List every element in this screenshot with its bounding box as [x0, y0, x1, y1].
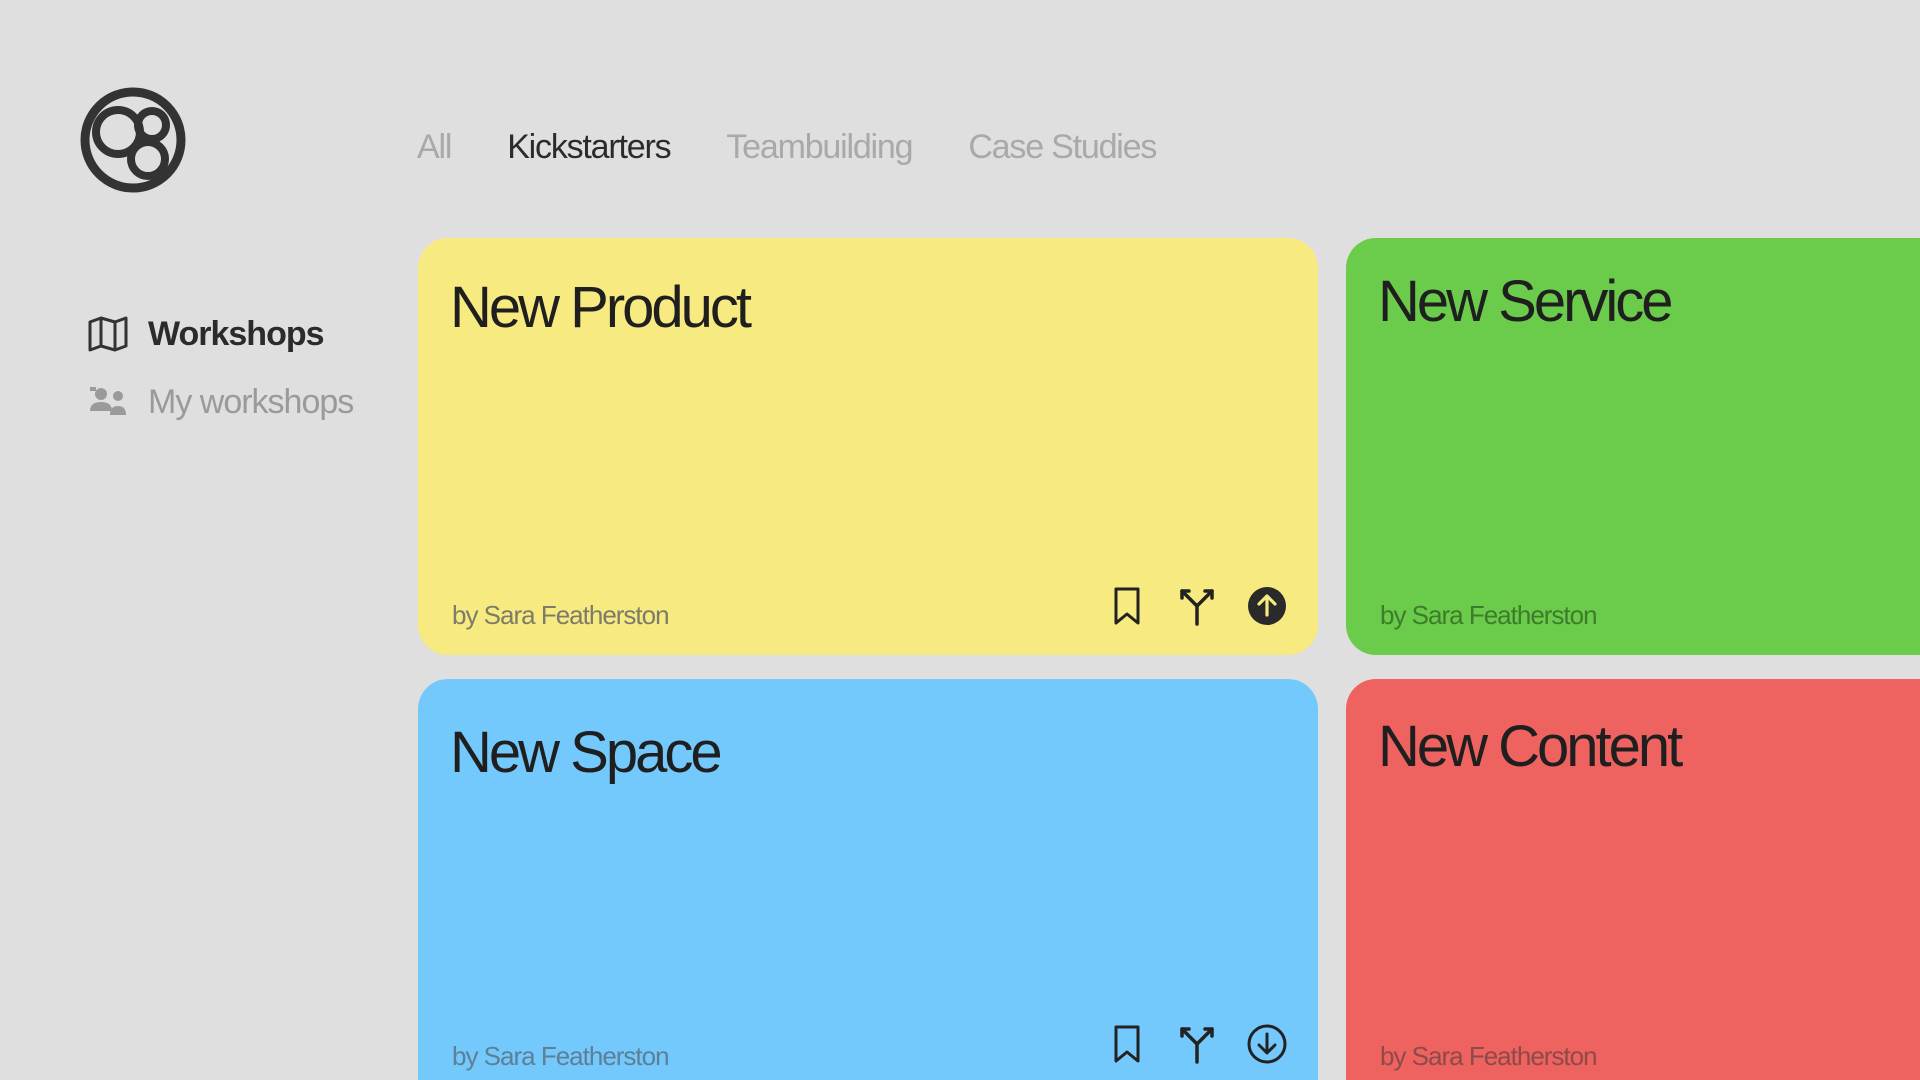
fork-icon[interactable] — [1176, 1023, 1218, 1065]
tab-case-studies[interactable]: Case Studies — [968, 125, 1157, 169]
map-icon — [88, 314, 128, 354]
workshop-card-new-space[interactable]: New Space by Sara Featherston — [418, 679, 1318, 1080]
sidebar-item-label: My workshops — [148, 382, 354, 421]
sidebar: Workshops My workshops — [88, 310, 388, 446]
sidebar-item-workshops[interactable]: Workshops — [88, 310, 388, 358]
card-author: by Sara Featherston — [452, 600, 670, 630]
app-window: Workshops My workshops All Kickstarters … — [0, 0, 1920, 1080]
card-title: New Service — [1378, 269, 1674, 334]
card-title: New Space — [450, 720, 723, 785]
fork-icon[interactable] — [1176, 585, 1218, 627]
bookmark-icon[interactable] — [1106, 585, 1148, 627]
card-title: New Product — [450, 275, 752, 340]
card-author: by Sara Featherston — [1380, 600, 1598, 630]
workshop-card-new-content[interactable]: New Content by Sara Featherston — [1346, 679, 1920, 1080]
sidebar-item-my-workshops[interactable]: My workshops — [88, 378, 388, 426]
sidebar-item-label: Workshops — [148, 314, 325, 353]
category-tabs: All Kickstarters Teambuilding Case Studi… — [417, 125, 1157, 169]
circles-logo-icon[interactable] — [80, 87, 186, 193]
people-icon — [88, 382, 128, 422]
tab-teambuilding[interactable]: Teambuilding — [726, 125, 913, 169]
workshop-card-new-product[interactable]: New Product by Sara Featherston — [418, 238, 1318, 655]
card-actions — [1106, 585, 1288, 627]
bookmark-icon[interactable] — [1106, 1023, 1148, 1065]
card-author: by Sara Featherston — [452, 1041, 670, 1071]
card-author: by Sara Featherston — [1380, 1041, 1598, 1071]
download-circle-icon[interactable] — [1246, 1023, 1288, 1065]
tab-kickstarters[interactable]: Kickstarters — [507, 125, 671, 169]
card-title: New Content — [1378, 714, 1683, 779]
tab-all[interactable]: All — [417, 125, 452, 169]
upload-circle-icon[interactable] — [1246, 585, 1288, 627]
card-actions — [1106, 1023, 1288, 1065]
workshop-card-new-service[interactable]: New Service by Sara Featherston — [1346, 238, 1920, 655]
